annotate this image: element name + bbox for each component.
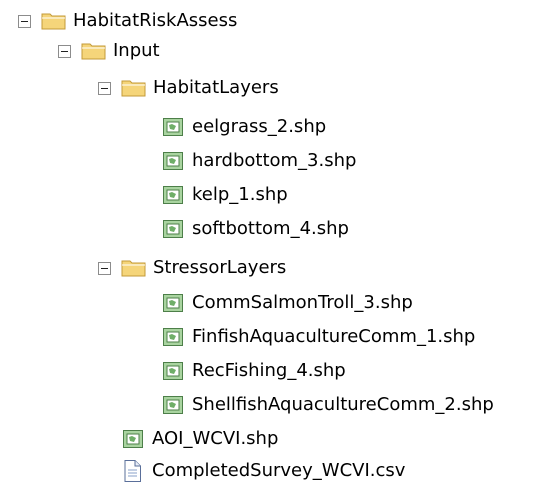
tree-node-label: ShellfishAquacultureComm_2.shp — [192, 394, 494, 415]
tree-node-label: AOI_WCVI.shp — [152, 428, 279, 449]
tree-node-file[interactable]: softbottom_4.shp — [160, 214, 349, 244]
tree-node-file[interactable]: eelgrass_2.shp — [160, 112, 326, 142]
tree-node-file[interactable]: kelp_1.shp — [160, 180, 288, 210]
tree-node-label: Input — [113, 40, 160, 61]
tree-node-label: hardbottom_3.shp — [192, 150, 357, 171]
folder-icon — [41, 10, 67, 32]
shapefile-icon — [160, 326, 186, 348]
tree-node-label: HabitatRiskAssess — [73, 10, 238, 31]
shapefile-icon — [160, 184, 186, 206]
tree-node-file[interactable]: RecFishing_4.shp — [160, 356, 346, 386]
catalog-tree: HabitatRiskAssess Input HabitatLayers ee… — [0, 0, 560, 487]
shapefile-icon — [160, 116, 186, 138]
folder-icon — [121, 77, 147, 99]
tree-node-label: StressorLayers — [153, 257, 287, 278]
tree-node-habitatlayers[interactable]: HabitatLayers — [98, 73, 279, 103]
shapefile-icon — [160, 360, 186, 382]
folder-icon — [121, 257, 147, 279]
tree-node-label: softbottom_4.shp — [192, 218, 349, 239]
tree-node-file[interactable]: FinfishAquacultureComm_1.shp — [160, 322, 475, 352]
tree-node-file[interactable]: CompletedSurvey_WCVI.csv — [120, 456, 405, 486]
tree-node-label: eelgrass_2.shp — [192, 116, 327, 137]
tree-node-label: RecFishing_4.shp — [192, 360, 346, 381]
tree-node-file[interactable]: ShellfishAquacultureComm_2.shp — [160, 390, 494, 420]
tree-node-label: CommSalmonTroll_3.shp — [192, 292, 413, 313]
tree-node-label: CompletedSurvey_WCVI.csv — [152, 460, 406, 481]
shapefile-icon — [160, 150, 186, 172]
tree-node-stressorlayers[interactable]: StressorLayers — [98, 253, 286, 283]
tree-node-label: FinfishAquacultureComm_1.shp — [192, 326, 476, 347]
collapse-toggle-stressorlayers[interactable] — [98, 261, 111, 275]
collapse-toggle-habitatlayers[interactable] — [98, 81, 111, 95]
tree-node-label: kelp_1.shp — [192, 184, 288, 205]
tree-node-input[interactable]: Input — [58, 36, 160, 66]
shapefile-icon — [160, 292, 186, 314]
tree-node-label: HabitatLayers — [153, 77, 279, 98]
shapefile-icon — [160, 218, 186, 240]
shapefile-icon — [120, 428, 146, 450]
shapefile-icon — [160, 394, 186, 416]
collapse-toggle-habitatriskassess[interactable] — [18, 14, 31, 28]
collapse-toggle-input[interactable] — [58, 44, 71, 58]
tree-node-file[interactable]: CommSalmonTroll_3.shp — [160, 288, 413, 318]
tree-node-file[interactable]: AOI_WCVI.shp — [120, 424, 278, 454]
tree-node-file[interactable]: hardbottom_3.shp — [160, 146, 356, 176]
tree-node-habitatriskassess[interactable]: HabitatRiskAssess — [18, 6, 237, 36]
folder-icon — [81, 40, 107, 62]
document-icon — [120, 460, 146, 482]
